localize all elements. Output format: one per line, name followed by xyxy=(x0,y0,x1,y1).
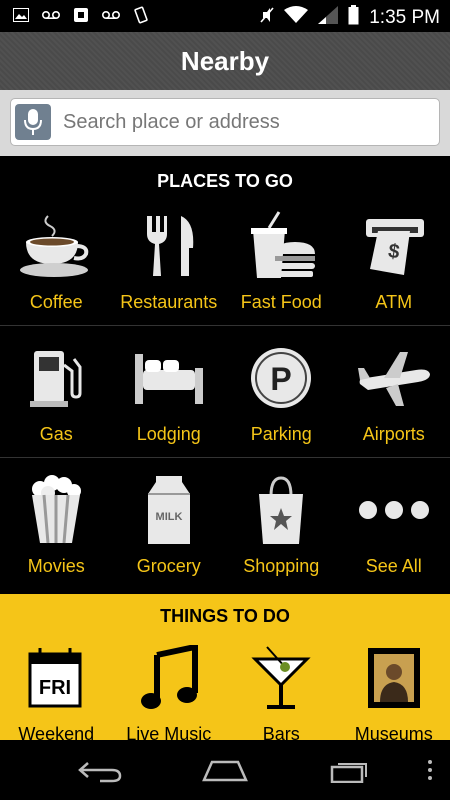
thing-museums[interactable]: Museums xyxy=(338,630,450,740)
vibrate-icon xyxy=(132,6,150,24)
parking-icon: P xyxy=(243,340,319,416)
battery-icon xyxy=(348,5,359,31)
home-button[interactable] xyxy=(200,756,250,786)
place-label-shopping: Shopping xyxy=(243,556,320,576)
svg-text:P: P xyxy=(271,361,292,397)
place-atm[interactable]: $ ATM xyxy=(338,194,450,325)
place-coffee[interactable]: Coffee xyxy=(0,194,113,325)
place-gas[interactable]: Gas xyxy=(0,326,113,457)
fork-knife-icon xyxy=(131,208,207,284)
place-label-parking: Parking xyxy=(250,424,312,444)
place-restaurants[interactable]: Restaurants xyxy=(113,194,226,325)
search-input[interactable] xyxy=(61,109,405,135)
place-label-restaurants: Restaurants xyxy=(120,292,218,312)
voicemail-icon xyxy=(42,6,60,24)
gas-pump-icon xyxy=(18,340,94,416)
coffee-icon xyxy=(18,208,94,284)
status-bar: 1:35 PM xyxy=(0,0,450,32)
place-label-airports: Airports xyxy=(362,424,425,444)
search-bar xyxy=(0,90,450,156)
thing-live-music[interactable]: Live Music xyxy=(113,630,226,740)
place-label-grocery: Grocery xyxy=(136,556,201,576)
fast-food-icon xyxy=(243,208,319,284)
wifi-icon xyxy=(284,6,309,30)
notification-app-icon xyxy=(72,6,90,24)
recent-apps-button[interactable] xyxy=(325,756,375,786)
airplane-icon xyxy=(356,340,432,416)
clock: 1:35 PM xyxy=(369,7,440,28)
place-label-coffee: Coffee xyxy=(29,292,83,312)
mute-icon xyxy=(260,6,274,30)
search-box[interactable] xyxy=(10,98,440,146)
gallery-notification-icon xyxy=(12,6,30,24)
place-shopping[interactable]: Shopping xyxy=(225,458,338,589)
place-label-movies: Movies xyxy=(27,556,85,576)
back-button[interactable] xyxy=(75,756,125,786)
place-label-see-all: See All xyxy=(365,556,422,576)
thing-bars[interactable]: Bars xyxy=(225,630,338,740)
recent-apps-icon xyxy=(330,763,367,783)
music-note-icon xyxy=(131,640,207,716)
place-parking[interactable]: P Parking xyxy=(225,326,338,457)
things-to-do-section: THINGS TO DO FRI Weekend Live Music Bars… xyxy=(0,594,450,740)
back-arrow-icon xyxy=(78,762,122,783)
thing-weekend[interactable]: FRI Weekend xyxy=(0,630,113,740)
microphone-icon[interactable] xyxy=(15,104,51,140)
thing-label-bars: Bars xyxy=(262,724,300,740)
place-see-all[interactable]: See All xyxy=(338,458,450,589)
place-fast-food[interactable]: Fast Food xyxy=(225,194,338,325)
calendar-icon: FRI xyxy=(18,640,94,716)
places-to-go-section: PLACES TO GO Coffee Restaurants Fast Foo… xyxy=(0,156,450,594)
svg-text:FRI: FRI xyxy=(39,677,71,699)
page-title: Nearby xyxy=(180,45,270,76)
thing-label-museums: Museums xyxy=(354,724,433,740)
system-nav-bar xyxy=(0,740,450,800)
place-lodging[interactable]: Lodging xyxy=(113,326,226,457)
voicemail-icon-2 xyxy=(102,6,120,24)
place-movies[interactable]: Movies xyxy=(0,458,113,589)
cocktail-glass-icon xyxy=(243,640,319,716)
shopping-bag-icon xyxy=(243,472,319,548)
milk-carton-icon: MILK xyxy=(131,472,207,548)
more-dots-icon xyxy=(356,472,432,548)
places-section-title: PLACES TO GO xyxy=(157,171,293,191)
place-label-lodging: Lodging xyxy=(136,424,201,444)
place-airports[interactable]: Airports xyxy=(338,326,450,457)
popcorn-icon xyxy=(18,472,94,548)
place-grocery[interactable]: MILK Grocery xyxy=(113,458,226,589)
svg-text:MILK: MILK xyxy=(155,511,182,523)
thing-label-weekend: Weekend xyxy=(18,724,95,740)
app-header: Nearby xyxy=(0,32,450,90)
things-section-title: THINGS TO DO xyxy=(160,606,290,626)
signal-icon xyxy=(318,6,339,30)
place-label-fast-food: Fast Food xyxy=(240,292,322,312)
thing-label-live-music: Live Music xyxy=(126,724,212,740)
overflow-menu-icon[interactable] xyxy=(428,760,432,780)
atm-icon: $ xyxy=(356,208,432,284)
bed-icon xyxy=(131,340,207,416)
place-label-atm: ATM xyxy=(375,292,413,312)
home-icon xyxy=(202,760,248,782)
painting-frame-icon xyxy=(356,640,432,716)
place-label-gas: Gas xyxy=(39,424,73,444)
